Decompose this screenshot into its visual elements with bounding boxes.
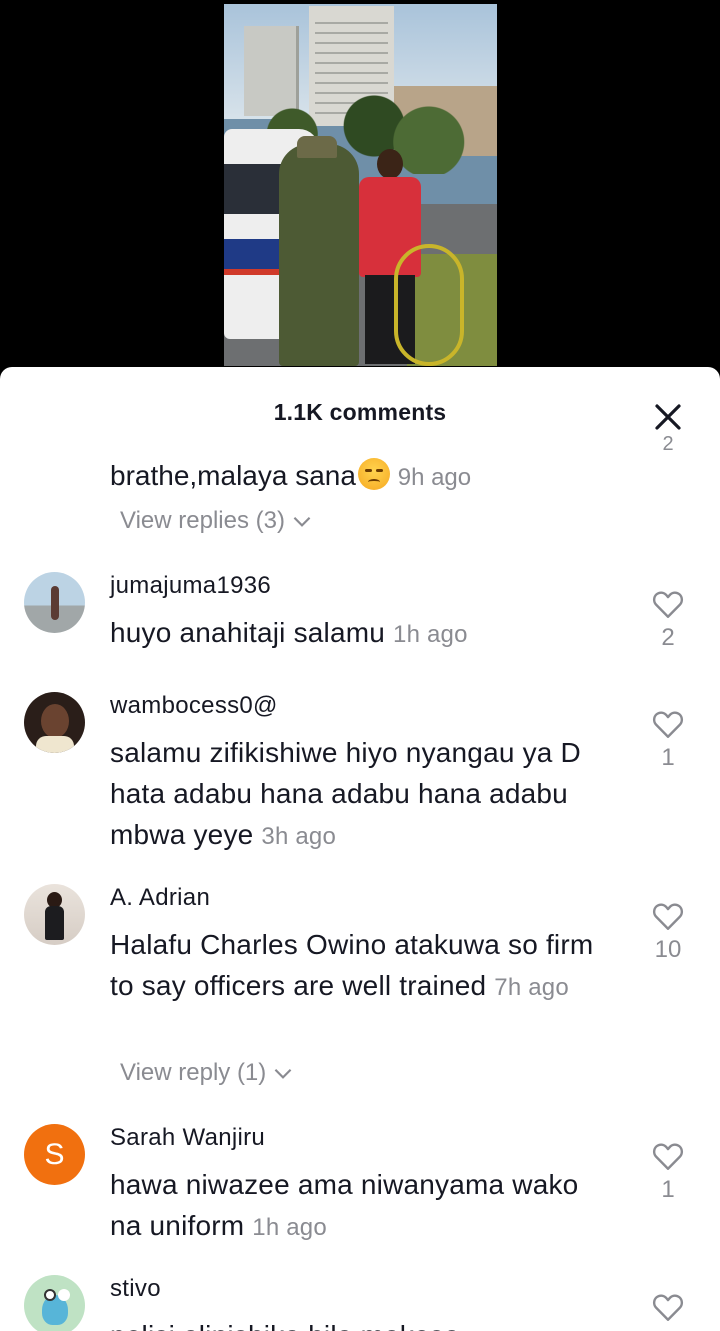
avatar[interactable] — [24, 1275, 85, 1331]
comment-text: brathe,malaya sana — [110, 460, 356, 491]
comment-time: 7h ago — [494, 974, 569, 1001]
like-count: 1 — [661, 1176, 675, 1203]
video-player[interactable] — [0, 0, 720, 380]
comments-count-title: 1.1K comments — [273, 399, 447, 425]
comment-username[interactable]: stivo — [110, 1275, 161, 1303]
comment-time: 3h ago — [261, 823, 337, 850]
view-replies-button[interactable]: View replies (3) — [120, 507, 315, 535]
comment-body: huyo anahitaji salamu 1h ago — [110, 612, 610, 655]
chevron-down-icon — [274, 1068, 292, 1079]
chevron-down-icon — [293, 516, 311, 527]
close-button[interactable] — [650, 399, 686, 435]
partial-comment-text: brathe,malaya sana 9h ago — [110, 456, 471, 498]
comment-body: hawa niwazee ama niwanyama wako na unifo… — [110, 1164, 580, 1248]
view-replies-label: View replies (3) — [120, 507, 285, 534]
heart-outline-icon — [652, 1294, 684, 1321]
view-reply-button[interactable]: View reply (1) — [120, 1059, 296, 1087]
like-button[interactable]: 1 — [648, 706, 688, 772]
heart-outline-icon — [652, 903, 684, 930]
heart-outline-icon — [652, 1143, 684, 1170]
comment-item: A. Adrian Halafu Charles Owino atakuwa s… — [0, 884, 720, 1054]
like-button[interactable]: 1 — [648, 1138, 688, 1204]
like-button[interactable]: 10 — [648, 898, 688, 964]
comment-text: salamu zifikishiwe hiyo nyangau ya D hat… — [110, 737, 581, 850]
comment-body: Halafu Charles Owino atakuwa so firm to … — [110, 924, 610, 1008]
heart-outline-icon — [652, 591, 684, 618]
comment-body: salamu zifikishiwe hiyo nyangau ya D hat… — [110, 732, 610, 857]
comment-item: S Sarah Wanjiru hawa niwazee ama niwanya… — [0, 1124, 720, 1254]
heart-outline-icon — [652, 711, 684, 738]
comments-list[interactable]: 2 brathe,malaya sana 9h ago View replies… — [0, 367, 720, 1331]
comment-text: polisi alinishika hila makosa — [110, 1320, 460, 1331]
video-scene-officer — [279, 136, 359, 366]
comment-item: wambocess0@ salamu zifikishiwe hiyo nyan… — [0, 692, 720, 862]
like-button[interactable]: 2 — [648, 586, 688, 652]
comments-sheet: 2 brathe,malaya sana 9h ago View replies… — [0, 367, 720, 1331]
comment-username[interactable]: wambocess0@ — [110, 692, 278, 720]
comment-username[interactable]: jumajuma1936 — [110, 572, 271, 600]
comment-text: hawa niwazee ama niwanyama wako na unifo… — [110, 1169, 579, 1241]
avatar[interactable]: S — [24, 1124, 85, 1185]
video-thumbnail[interactable] — [224, 4, 497, 366]
view-replies-label: View reply (1) — [120, 1059, 267, 1086]
avatar[interactable] — [24, 884, 85, 945]
like-count: 10 — [654, 936, 682, 963]
comment-username[interactable]: A. Adrian — [110, 884, 210, 912]
comment-item: jumajuma1936 huyo anahitaji salamu 1h ag… — [0, 572, 720, 672]
close-icon — [655, 404, 681, 430]
video-scene-bicycle — [394, 244, 464, 366]
like-count: 1 — [661, 744, 675, 771]
comment-item: stivo polisi alinishika hila makosa — [0, 1275, 720, 1331]
comment-text: huyo anahitaji salamu — [110, 617, 386, 648]
like-button[interactable] — [648, 1289, 688, 1325]
comment-time: 1h ago — [393, 621, 468, 648]
sheet-header: 1.1K comments — [0, 367, 720, 445]
comment-time: 1h ago — [252, 1214, 327, 1241]
like-count: 2 — [661, 624, 675, 651]
avatar[interactable] — [24, 692, 85, 753]
avatar[interactable] — [24, 572, 85, 633]
comment-body: polisi alinishika hila makosa — [110, 1315, 610, 1331]
comment-username[interactable]: Sarah Wanjiru — [110, 1124, 265, 1152]
unamused-emoji-icon — [357, 458, 390, 490]
comment-time: 9h ago — [397, 464, 472, 491]
